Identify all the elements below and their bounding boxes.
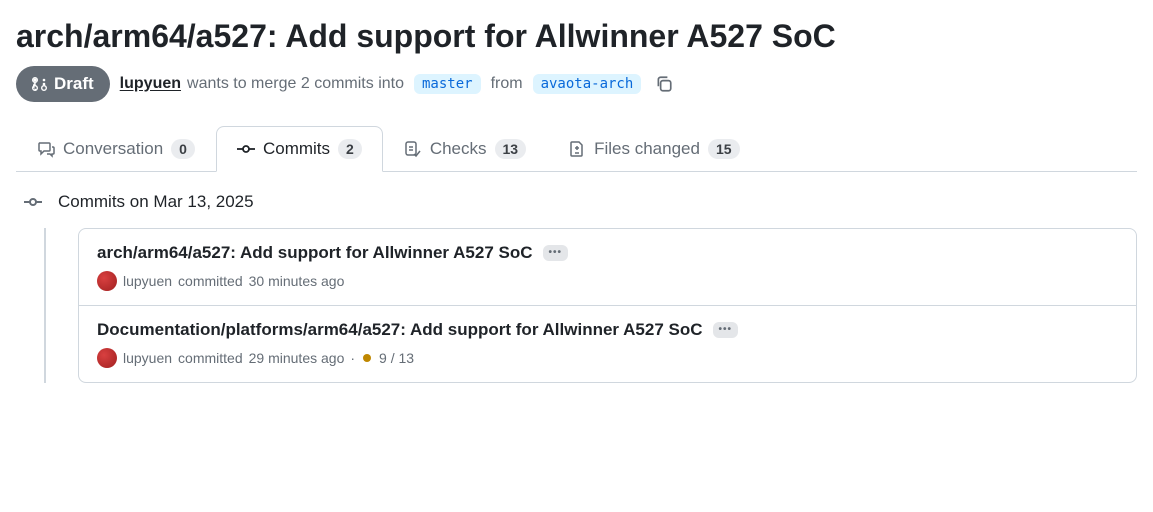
commit-time: 29 minutes ago xyxy=(249,350,345,366)
file-diff-icon xyxy=(568,140,586,158)
author-link[interactable]: lupyuen xyxy=(120,75,181,93)
commit-title-link[interactable]: Documentation/platforms/arm64/a527: Add … xyxy=(97,320,703,340)
expand-commit-message-button[interactable]: ••• xyxy=(543,245,569,261)
copy-branch-button[interactable] xyxy=(651,71,677,97)
tab-files-label: Files changed xyxy=(594,139,700,159)
commit-row: Documentation/platforms/arm64/a527: Add … xyxy=(79,306,1136,382)
commits-date-header: Commits on Mar 13, 2025 xyxy=(24,192,1137,212)
commit-author[interactable]: lupyuen xyxy=(123,350,172,366)
commit-committed-text: committed xyxy=(178,350,243,366)
checklist-icon xyxy=(404,140,422,158)
copy-icon xyxy=(655,75,673,93)
separator: · xyxy=(350,350,355,366)
status-pending-icon[interactable] xyxy=(363,354,371,362)
commit-time: 30 minutes ago xyxy=(249,273,345,289)
base-branch-chip[interactable]: master xyxy=(414,74,481,94)
commit-committed-text: committed xyxy=(178,273,243,289)
tab-conversation[interactable]: Conversation 0 xyxy=(16,126,216,172)
page-title: arch/arm64/a527: Add support for Allwinn… xyxy=(16,16,1137,58)
avatar[interactable] xyxy=(97,348,117,368)
tab-commits-count: 2 xyxy=(338,139,362,159)
commit-author[interactable]: lupyuen xyxy=(123,273,172,289)
commit-title-link[interactable]: arch/arm64/a527: Add support for Allwinn… xyxy=(97,243,533,263)
draft-badge-label: Draft xyxy=(54,74,94,94)
draft-badge: Draft xyxy=(16,66,110,102)
git-commit-icon xyxy=(24,193,42,211)
tab-checks-label: Checks xyxy=(430,139,487,159)
tab-commits-label: Commits xyxy=(263,139,330,159)
tab-files-count: 15 xyxy=(708,139,740,159)
avatar[interactable] xyxy=(97,271,117,291)
merge-text-from: from xyxy=(491,75,523,93)
comment-discussion-icon xyxy=(37,140,55,158)
git-commit-icon xyxy=(237,140,255,158)
tab-conversation-label: Conversation xyxy=(63,139,163,159)
head-branch-chip[interactable]: avaota-arch xyxy=(533,74,642,94)
commits-date-text: Commits on Mar 13, 2025 xyxy=(58,192,254,212)
pull-request-draft-icon xyxy=(32,76,48,92)
tab-files[interactable]: Files changed 15 xyxy=(547,126,760,172)
pr-tabs: Conversation 0 Commits 2 Checks 13 Files… xyxy=(16,126,1137,172)
tab-checks[interactable]: Checks 13 xyxy=(383,126,547,172)
pr-meta-row: Draft lupyuen wants to merge 2 commits i… xyxy=(16,66,1137,102)
tab-checks-count: 13 xyxy=(495,139,527,159)
tab-conversation-count: 0 xyxy=(171,139,195,159)
expand-commit-message-button[interactable]: ••• xyxy=(713,322,739,338)
commit-checks-status[interactable]: 9 / 13 xyxy=(379,350,414,366)
commit-row: arch/arm64/a527: Add support for Allwinn… xyxy=(79,229,1136,306)
merge-text-pre: wants to merge 2 commits into xyxy=(187,75,404,93)
tab-commits[interactable]: Commits 2 xyxy=(216,126,383,172)
